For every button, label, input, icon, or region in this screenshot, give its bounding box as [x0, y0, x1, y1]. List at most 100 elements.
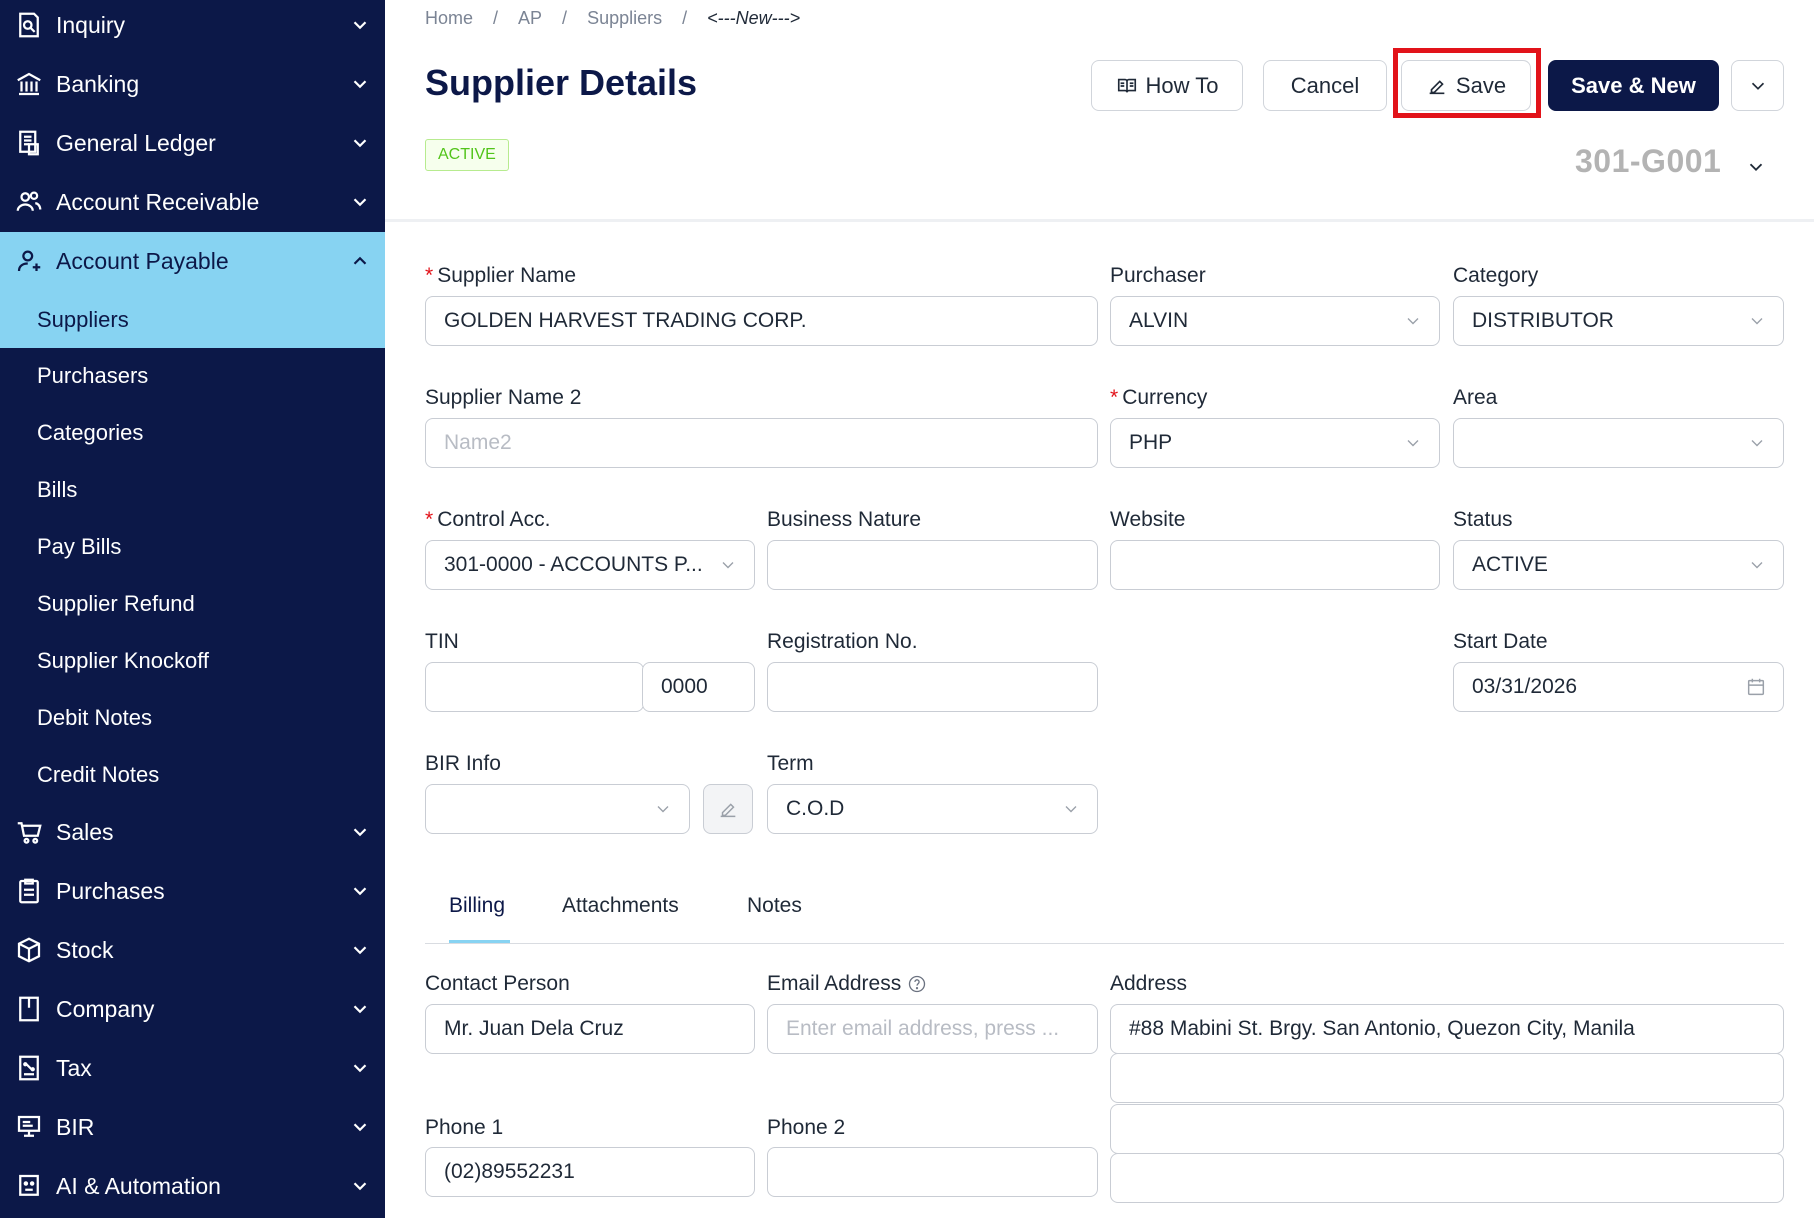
registration-no-input[interactable] — [767, 662, 1098, 712]
save-and-new-button[interactable]: Save & New — [1548, 60, 1719, 111]
sidebar-item-bir[interactable]: BIR — [0, 1098, 385, 1157]
website-label: Website — [1110, 508, 1186, 531]
sidebar-item-sales[interactable]: Sales — [0, 803, 385, 862]
purchaser-select[interactable]: ALVIN — [1110, 296, 1440, 346]
status-label: Status — [1453, 508, 1513, 531]
sidebar-item-label: Company — [56, 996, 155, 1022]
control-acc-label: * Control Acc. — [425, 508, 551, 531]
sidebar-item-purchases[interactable]: Purchases — [0, 862, 385, 921]
contact-person-input[interactable]: Mr. Juan Dela Cruz — [425, 1004, 755, 1054]
currency-select[interactable]: PHP — [1110, 418, 1440, 468]
sidebar-item-general-ledger[interactable]: General Ledger — [0, 114, 385, 173]
sidebar-sub-bills[interactable]: Bills — [0, 461, 385, 518]
sidebar-item-label: Account Receivable — [56, 189, 260, 215]
phone1-input[interactable]: (02)89552231 — [425, 1147, 755, 1197]
start-date-input[interactable]: 03/31/2026 — [1453, 662, 1784, 712]
save-and-new-label: Save & New — [1571, 72, 1696, 98]
sidebar-sub-suppliers[interactable]: Suppliers — [0, 291, 385, 348]
sidebar-item-account-receivable[interactable]: Account Receivable — [0, 173, 385, 232]
address-line2-input[interactable] — [1110, 1053, 1784, 1103]
status-select[interactable]: ACTIVE — [1453, 540, 1784, 590]
sidebar-item-stock[interactable]: Stock — [0, 921, 385, 980]
inquiry-icon — [14, 8, 44, 42]
active-tab-indicator — [449, 940, 510, 943]
more-actions-button[interactable] — [1731, 60, 1784, 111]
address-line4-input[interactable] — [1110, 1153, 1784, 1203]
business-nature-label: Business Nature — [767, 508, 922, 531]
sidebar-sub-purchasers[interactable]: Purchasers — [0, 347, 385, 404]
ledger-icon — [14, 126, 44, 160]
breadcrumb-current: <---New---> — [707, 8, 801, 28]
chevron-down-icon — [653, 799, 673, 819]
clipboard-icon — [14, 874, 44, 908]
supplier-name2-label: Supplier Name 2 — [425, 386, 582, 409]
sidebar-item-ai-automation[interactable]: AI & Automation — [0, 1157, 385, 1216]
main-content: Home / AP / Suppliers / <---New---> Supp… — [385, 0, 1814, 1218]
sidebar-item-label: Inquiry — [56, 12, 126, 38]
user-icon — [14, 244, 44, 278]
sidebar-item-banking[interactable]: Banking — [0, 55, 385, 114]
tax-icon — [14, 1051, 44, 1085]
tab-notes[interactable]: Notes — [747, 894, 802, 918]
tab-attachments[interactable]: Attachments — [562, 894, 679, 918]
bank-icon — [14, 67, 44, 101]
business-nature-input[interactable] — [767, 540, 1098, 590]
tab-billing[interactable]: Billing — [449, 894, 505, 918]
address-line3-input[interactable] — [1110, 1104, 1784, 1154]
website-input[interactable] — [1110, 540, 1440, 590]
question-circle-icon[interactable] — [907, 974, 927, 994]
sidebar-item-tax[interactable]: Tax — [0, 1039, 385, 1098]
tin-branch-input[interactable]: 0000 — [642, 662, 755, 712]
sidebar-item-label: Purchases — [56, 878, 165, 904]
contact-person-label: Contact Person — [425, 972, 570, 995]
chevron-down-icon — [349, 191, 371, 213]
breadcrumb-separator: / — [562, 8, 568, 28]
category-select[interactable]: DISTRIBUTOR — [1453, 296, 1784, 346]
chevron-up-icon — [349, 250, 371, 272]
area-select[interactable] — [1453, 418, 1784, 468]
sidebar-item-account-payable[interactable]: Account Payable — [0, 232, 385, 291]
sidebar-item-company[interactable]: Company — [0, 980, 385, 1039]
monitor-icon — [14, 1110, 44, 1144]
sidebar-sub-debit-notes[interactable]: Debit Notes — [0, 689, 385, 746]
breadcrumb-home[interactable]: Home — [425, 8, 473, 29]
sidebar-sub-supplier-knockoff[interactable]: Supplier Knockoff — [0, 632, 385, 689]
bir-info-edit-button[interactable] — [703, 784, 753, 834]
purchaser-label: Purchaser — [1110, 264, 1206, 287]
document-number: 301-G001 — [1575, 143, 1722, 179]
sidebar-sub-supplier-refund[interactable]: Supplier Refund — [0, 575, 385, 632]
category-label: Category — [1453, 264, 1539, 287]
header-divider — [385, 219, 1814, 222]
chevron-down-icon — [349, 73, 371, 95]
breadcrumb-suppliers[interactable]: Suppliers — [587, 8, 662, 29]
sidebar-item-label: AI & Automation — [56, 1173, 221, 1199]
sidebar-item-inquiry[interactable]: Inquiry — [0, 0, 385, 55]
chevron-down-icon — [1403, 311, 1423, 331]
supplier-name2-input[interactable]: Name2 — [425, 418, 1098, 468]
how-to-button[interactable]: How To — [1091, 60, 1243, 111]
chevron-down-icon — [349, 1175, 371, 1197]
status-badge: ACTIVE — [425, 139, 509, 171]
sidebar-item-label: Sales — [56, 819, 114, 845]
sidebar-sub-credit-notes[interactable]: Credit Notes — [0, 746, 385, 803]
book-icon — [1117, 78, 1136, 93]
address-line1-input[interactable]: #88 Mabini St. Brgy. San Antonio, Quezon… — [1110, 1004, 1784, 1054]
sidebar-sub-categories[interactable]: Categories — [0, 404, 385, 461]
tin-label: TIN — [425, 630, 459, 653]
cancel-button[interactable]: Cancel — [1263, 60, 1387, 111]
bir-info-select[interactable] — [425, 784, 690, 834]
sidebar-sub-pay-bills[interactable]: Pay Bills — [0, 518, 385, 575]
tin-input[interactable] — [425, 662, 644, 712]
chevron-down-icon[interactable] — [1745, 156, 1767, 178]
email-address-input[interactable]: Enter email address, press ... — [767, 1004, 1098, 1054]
chevron-down-icon — [1747, 555, 1767, 575]
supplier-name-input[interactable]: GOLDEN HARVEST TRADING CORP. — [425, 296, 1098, 346]
registration-no-label: Registration No. — [767, 630, 918, 653]
cart-icon — [14, 815, 44, 849]
breadcrumb-ap[interactable]: AP — [518, 8, 542, 29]
breadcrumb: Home / AP / Suppliers / <---New---> — [425, 8, 800, 29]
phone2-input[interactable] — [767, 1147, 1098, 1197]
email-address-label: Email Address — [767, 972, 927, 996]
term-select[interactable]: C.O.D — [767, 784, 1098, 834]
control-acc-select[interactable]: 301-0000 - ACCOUNTS P... — [425, 540, 755, 590]
